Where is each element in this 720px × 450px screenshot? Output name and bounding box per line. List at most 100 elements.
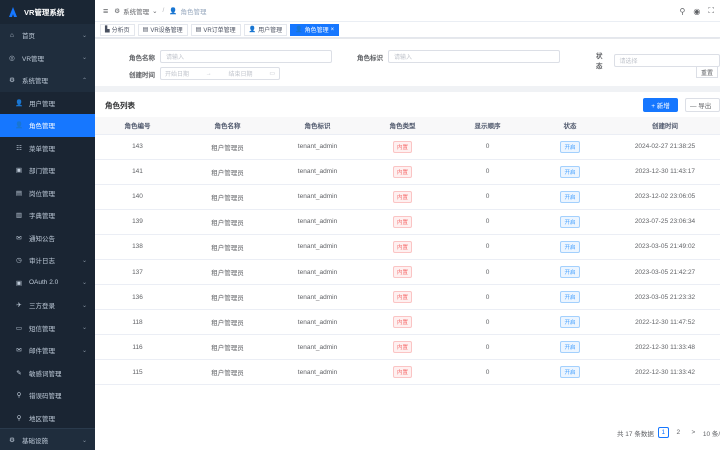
table-cell: 开启 bbox=[530, 184, 610, 210]
sidebar-item[interactable]: ✈ 三方登录 ⌄ bbox=[0, 294, 95, 317]
menu-icon: ✉ bbox=[16, 347, 22, 355]
table-cell: 租户管理员 bbox=[180, 284, 275, 311]
sidebar-item[interactable]: ⌂ 首页 ⌄ bbox=[0, 24, 95, 47]
page-1[interactable]: 1 bbox=[657, 427, 669, 438]
sidebar-item[interactable]: 👤 角色管理 bbox=[0, 114, 95, 137]
tab-label: VR订单管理 bbox=[203, 28, 236, 34]
status-badge: 开启 bbox=[560, 366, 580, 379]
sidebar-item[interactable]: ▥ 字典管理 bbox=[0, 204, 95, 227]
end-date-input[interactable]: 结束日期 bbox=[229, 69, 253, 78]
sidebar-item-label: 角色管理 bbox=[29, 123, 55, 131]
status-badge: 开启 bbox=[560, 140, 580, 153]
table-row[interactable]: 139 租户管理员 tenant_admin 内置 0 开启 2023-07-25 23:0… bbox=[95, 209, 720, 235]
date-range-picker[interactable]: 开始日期 → 结束日期 ▭ bbox=[160, 67, 280, 80]
sidebar-item-label: 通知公告 bbox=[29, 235, 55, 243]
table-cell: 0 bbox=[445, 334, 530, 361]
sidebar-item-label: 地区管理 bbox=[29, 415, 55, 423]
table-cell: 内置 bbox=[360, 184, 445, 210]
role-key-field: 角色标识 请输入 bbox=[357, 50, 560, 63]
sidebar-item[interactable]: ⚲ 地区管理 bbox=[0, 406, 95, 429]
breadcrumb: ⚙ 系统管理 ⌄ / 👤 角色管理 bbox=[114, 6, 206, 16]
table-row[interactable]: 136 租户管理员 tenant_admin 内置 0 开启 2023-03-05 21:2… bbox=[95, 284, 720, 311]
sidebar-item[interactable]: ▣ OAuth 2.0 ⌄ bbox=[0, 271, 95, 294]
start-date-input[interactable]: 开始日期 bbox=[165, 69, 189, 78]
page-2[interactable]: 2 bbox=[673, 427, 684, 438]
table-cell: 0 bbox=[445, 284, 530, 311]
chevron-down-icon: ⌄ bbox=[152, 7, 158, 15]
tab[interactable]: 👤 用户管理 bbox=[243, 23, 288, 36]
table-cell: 内置 bbox=[360, 284, 445, 311]
fullscreen-icon[interactable]: ⛶ bbox=[708, 6, 714, 16]
sidebar-item[interactable]: ◷ 审计日志 ⌄ bbox=[0, 249, 95, 272]
role-type-badge: 内置 bbox=[392, 215, 412, 228]
sidebar-item-label: 审计日志 bbox=[29, 258, 55, 266]
tab[interactable]: ▤ VR订单管理 bbox=[190, 23, 241, 36]
sidebar-item[interactable]: ✉ 邮件管理 ⌄ bbox=[0, 339, 95, 362]
search-icon[interactable]: ⚲ bbox=[680, 7, 686, 16]
table-cell: 140 bbox=[95, 184, 180, 210]
table-cell: 开启 bbox=[530, 334, 610, 361]
table-row[interactable]: 115 租户管理员 tenant_admin 内置 0 开启 2022-12-30 11:3… bbox=[95, 359, 720, 386]
table-row[interactable]: 118 租户管理员 tenant_admin 内置 0 开启 2022-12-30 11:4… bbox=[95, 309, 720, 336]
role-type-badge: 内置 bbox=[392, 266, 412, 279]
table-cell: 租户管理员 bbox=[180, 334, 275, 361]
column-header: 角色名称 bbox=[180, 117, 275, 135]
role-key-input[interactable]: 请输入 bbox=[388, 50, 560, 63]
sidebar-infra-row[interactable]: ⚙ 基础设施 ⌄ bbox=[0, 429, 95, 450]
table-cell: 开启 bbox=[530, 209, 610, 235]
table-row[interactable]: 143 租户管理员 tenant_admin 内置 0 开启 2024-02-27 21:3… bbox=[95, 134, 720, 160]
table-row[interactable]: 137 租户管理员 tenant_admin 内置 0 开启 2023-03-05 21:4… bbox=[95, 259, 720, 286]
logo[interactable]: VR管理系统 bbox=[0, 0, 95, 24]
sidebar-item[interactable]: ⚲ 错误码管理 bbox=[0, 384, 95, 407]
tab[interactable]: ▙ 分析页 bbox=[100, 23, 135, 36]
page-size-select[interactable]: 10 条/ bbox=[703, 428, 720, 438]
sidebar-item[interactable]: ▤ 岗位管理 bbox=[0, 181, 95, 204]
table-row[interactable]: 116 租户管理员 tenant_admin 内置 0 开启 2022-12-30 11:3… bbox=[95, 334, 720, 361]
sidebar-item-infra[interactable]: ⚙ 基础设施 ⌄ bbox=[0, 428, 95, 450]
table-cell: 开启 bbox=[530, 234, 610, 260]
menu-icon: ⚲ bbox=[16, 392, 22, 400]
reset-button[interactable]: 重置 bbox=[696, 66, 718, 78]
gear-icon: ⚙ bbox=[114, 7, 121, 15]
sidebar-item-label: 岗位管理 bbox=[29, 190, 55, 198]
status-select[interactable]: 请选择 bbox=[613, 53, 720, 67]
tab[interactable]: 👤 角色管理 × bbox=[290, 23, 340, 36]
role-name-input[interactable]: 请输入 bbox=[160, 50, 332, 63]
sidebar-item[interactable]: ◎ VR管理 ⌄ bbox=[0, 47, 95, 70]
table-cell: 内置 bbox=[360, 334, 445, 361]
tab[interactable]: ▤ VR设备管理 bbox=[137, 23, 188, 36]
table-row[interactable]: 141 租户管理员 tenant_admin 内置 0 开启 2023-12-30 11:4… bbox=[95, 159, 720, 185]
table-row[interactable]: 140 租户管理员 tenant_admin 内置 0 开启 2023-12-02 23:0… bbox=[95, 184, 720, 210]
column-header: 角色类型 bbox=[360, 117, 445, 135]
table-cell: 143 bbox=[95, 134, 180, 160]
table-cell: tenant_admin bbox=[275, 209, 360, 235]
tab-label: 用户管理 bbox=[258, 28, 283, 34]
user-icon: 👤 bbox=[169, 7, 178, 15]
next-page-icon[interactable]: > bbox=[688, 427, 699, 438]
sidebar-item[interactable]: ✉ 通知公告 bbox=[0, 226, 95, 249]
table-row[interactable]: 138 租户管理员 tenant_admin 内置 0 开启 2023-03-05 21:4… bbox=[95, 234, 720, 260]
table-cell: 内置 bbox=[360, 159, 445, 185]
status-badge: 开启 bbox=[560, 316, 580, 329]
table-cell: 2023-03-05 21:49:02 bbox=[610, 234, 720, 260]
created-time-field: 创建时间 开始日期 → 结束日期 ▭ bbox=[129, 67, 280, 80]
breadcrumb-item[interactable]: 系统管理 bbox=[123, 6, 149, 16]
table-cell: 租户管理员 bbox=[180, 209, 275, 235]
sidebar-item-label: 用户管理 bbox=[29, 100, 55, 108]
table-cell: tenant_admin bbox=[275, 284, 360, 311]
hamburger-icon[interactable]: ≡ bbox=[103, 6, 108, 16]
close-icon[interactable]: × bbox=[331, 27, 335, 33]
sidebar-item[interactable]: ▭ 短信管理 ⌄ bbox=[0, 316, 95, 339]
github-icon[interactable]: ◉ bbox=[693, 7, 700, 16]
breadcrumb-separator: / bbox=[162, 7, 165, 14]
sidebar-item-label: 基础设施 bbox=[22, 438, 48, 446]
add-button[interactable]: + 新增 bbox=[643, 98, 678, 112]
table-header-row: 角色编号 角色名称 角色标识 角色类型 显示顺序 状态 创建时间 bbox=[95, 117, 720, 135]
sidebar-item[interactable]: ⚙ 系统管理 ⌃ bbox=[0, 69, 95, 92]
sidebar-item[interactable]: ✎ 敏感词管理 bbox=[0, 361, 95, 384]
sidebar-item[interactable]: 👤 用户管理 bbox=[0, 91, 95, 114]
sidebar: VR管理系统 ⌂ 首页 ⌄ ◎ VR管理 ⌄ ⚙ 系统管理 ⌃ 👤 用户管理 👤 角色管理 ☷ 菜单管理 ▣ 部… bbox=[0, 0, 95, 450]
sidebar-item[interactable]: ☷ 菜单管理 bbox=[0, 136, 95, 159]
export-button[interactable]: — 导出 bbox=[685, 98, 720, 112]
sidebar-item[interactable]: ▣ 部门管理 bbox=[0, 159, 95, 182]
